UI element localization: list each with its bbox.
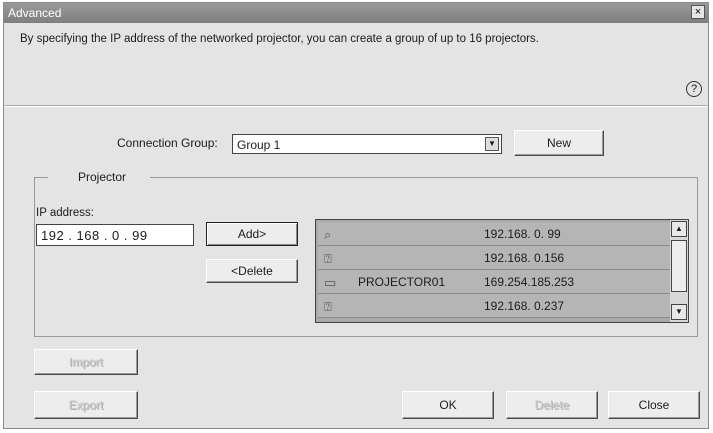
projector-search-icon: ⌕ — [324, 227, 332, 242]
projector-icon: ▭ — [324, 275, 337, 290]
list-scrollbar[interactable]: ▲ ▼ — [670, 220, 688, 322]
import-button[interactable]: Import — [34, 349, 138, 375]
export-button[interactable]: Export — [34, 391, 138, 419]
projector-unknown-icon: ⍰ — [324, 299, 332, 314]
scroll-up-icon[interactable]: ▲ — [671, 221, 687, 237]
connection-group-select[interactable]: Group 1 ▼ — [232, 134, 502, 154]
help-icon[interactable]: ? — [686, 81, 702, 97]
connection-group-value: Group 1 — [237, 138, 281, 152]
scroll-thumb[interactable] — [671, 240, 687, 292]
add-button[interactable]: Add> — [206, 222, 298, 246]
ok-button[interactable]: OK — [402, 391, 494, 419]
delete-projector-button[interactable]: <Delete — [206, 259, 298, 283]
projector-ip: 169.254.185.253 — [484, 275, 575, 289]
advanced-dialog: Advanced × By specifying the IP address … — [3, 2, 709, 429]
list-item[interactable]: ⍰ 192.168. 0.237 — [318, 294, 670, 318]
description-text: By specifying the IP address of the netw… — [20, 33, 539, 45]
close-button[interactable]: Close — [608, 391, 700, 419]
chevron-down-icon[interactable]: ▼ — [485, 137, 499, 151]
scroll-down-icon[interactable]: ▼ — [671, 304, 687, 320]
ip-address-label: IP address: — [36, 207, 94, 219]
close-icon[interactable]: × — [691, 5, 705, 19]
delete-button[interactable]: Delete — [506, 391, 598, 419]
new-group-button[interactable]: New — [514, 130, 604, 156]
title-bar: Advanced × — [4, 3, 708, 23]
connection-group-label: Connection Group: — [117, 136, 218, 150]
ip-address-field[interactable]: 192 . 168 . 0 . 99 — [36, 224, 194, 246]
projector-group-label: Projector — [48, 170, 151, 184]
projector-ip: 192.168. 0.237 — [484, 299, 565, 313]
window-title: Advanced — [8, 6, 62, 20]
projector-ip: 192.168. 0.156 — [484, 251, 565, 265]
projector-ip: 192.168. 0. 99 — [484, 227, 561, 241]
list-item[interactable]: ⌕ 192.168. 0. 99 — [318, 222, 670, 246]
projector-name: PROJECTOR01 — [358, 275, 446, 289]
list-item[interactable]: ⍰ 192.168. 0.156 — [318, 246, 670, 270]
projector-list[interactable]: ⌕ 192.168. 0. 99 ⍰ 192.168. 0.156 ▭ PROJ… — [315, 219, 689, 323]
divider — [4, 105, 708, 107]
list-item[interactable]: ▭ PROJECTOR01 169.254.185.253 — [318, 270, 670, 294]
projector-unknown-icon: ⍰ — [324, 251, 332, 266]
